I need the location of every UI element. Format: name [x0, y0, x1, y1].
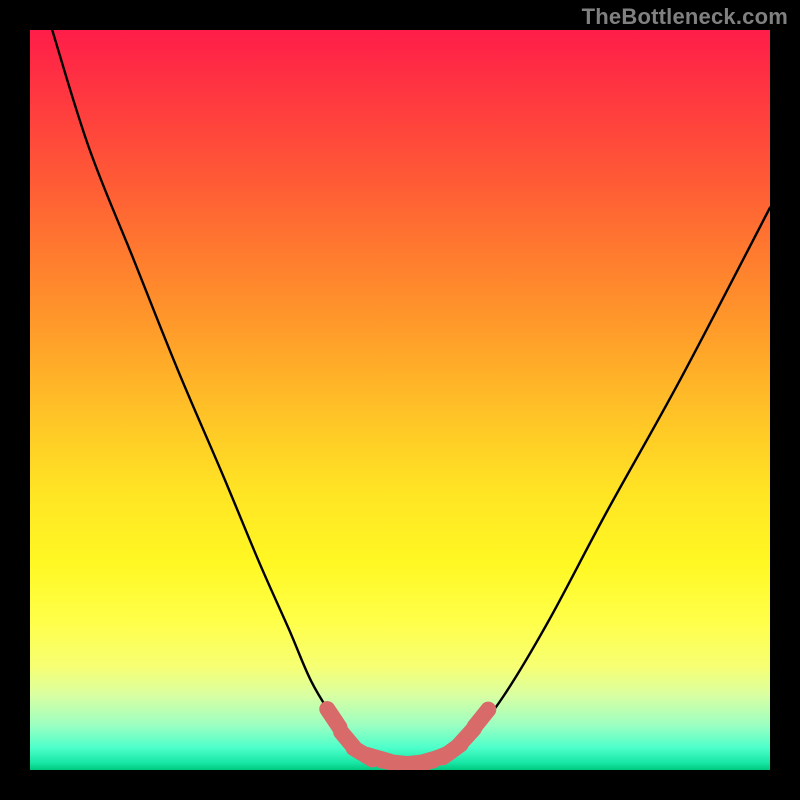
watermark-text: TheBottleneck.com [582, 4, 788, 30]
chart-marker [411, 760, 433, 764]
chart-plot-area [30, 30, 770, 770]
chart-svg [30, 30, 770, 770]
chart-marker [354, 748, 373, 759]
chart-marker [443, 744, 461, 757]
chart-curve [52, 30, 770, 764]
chart-marker [382, 760, 404, 764]
chart-frame: TheBottleneck.com [0, 0, 800, 800]
chart-marker [341, 732, 355, 749]
chart-marker [459, 729, 474, 745]
chart-marker [427, 754, 447, 762]
chart-marker [367, 755, 388, 761]
chart-marker [327, 709, 339, 727]
chart-marker [475, 710, 489, 727]
chart-markers [327, 709, 488, 765]
chart-marker-run [378, 758, 437, 764]
